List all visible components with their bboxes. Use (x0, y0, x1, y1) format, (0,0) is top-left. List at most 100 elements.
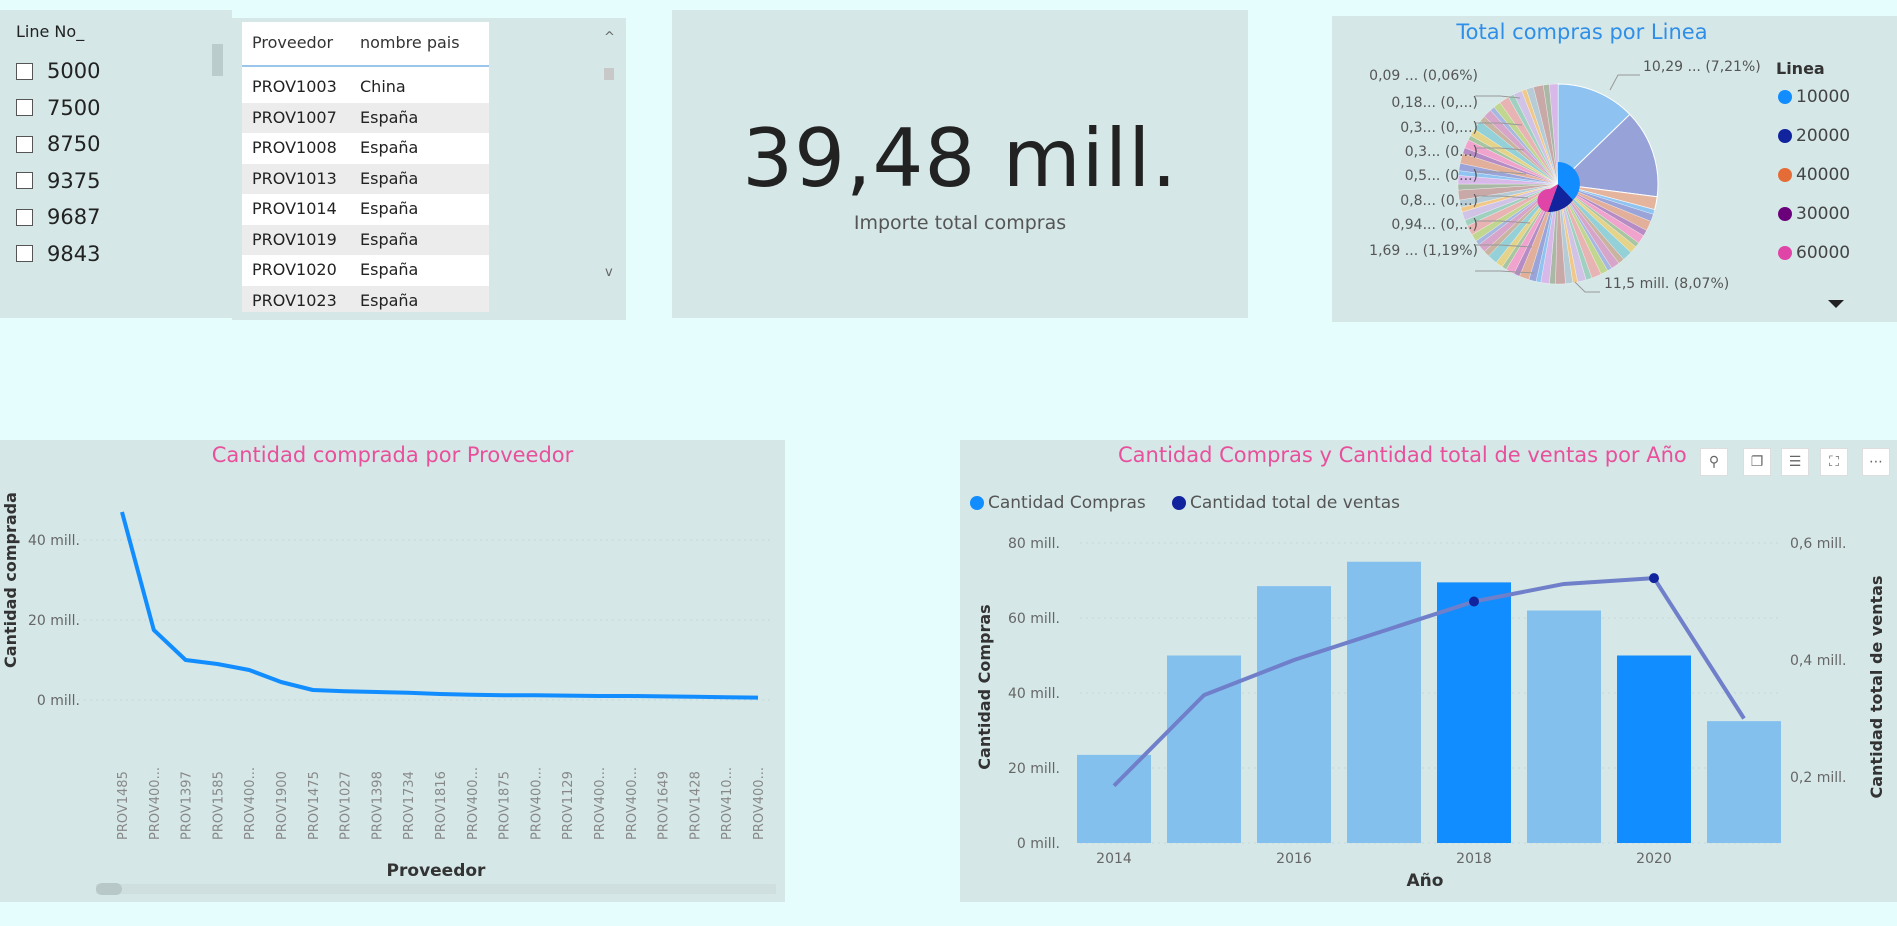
x-tick-label: 2020 (1636, 851, 1672, 867)
x-tick-label: PROV1734 (402, 771, 417, 840)
line-chart-ylabel: Cantidad comprada (1, 492, 20, 668)
cell-pais: España (360, 107, 419, 127)
x-tick-label: PROV400... (466, 767, 481, 840)
x-tick-label: 2014 (1096, 851, 1132, 867)
sales-line-marker[interactable] (1469, 596, 1479, 607)
x-tick-label: PROV400... (752, 767, 767, 840)
line-chart-xlabel: Proveedor (387, 861, 487, 881)
table-row[interactable]: PROV1008 España (242, 133, 489, 163)
table-row[interactable]: PROV1020 España (242, 255, 489, 285)
slicer-item[interactable]: 8750 (16, 129, 100, 159)
x-tick-label: PROV1816 (434, 771, 449, 840)
slicer-item-label: 9843 (47, 241, 101, 266)
table-scroll-up-icon[interactable]: ^ (604, 30, 615, 45)
x-tick-label: PROV400... (148, 767, 163, 840)
caret-down-icon[interactable] (1828, 300, 1844, 308)
x-tick-label: PROV1129 (561, 771, 576, 840)
table-row[interactable]: PROV1014 España (242, 194, 489, 224)
sales-line-marker[interactable] (1649, 573, 1659, 584)
cell-proveedor: PROV1003 (252, 77, 337, 96)
checkbox[interactable] (16, 135, 33, 153)
pie-leader-line (1574, 281, 1600, 293)
table-row[interactable]: PROV1007 España (242, 102, 489, 133)
column-header-pais[interactable]: nombre pais (360, 22, 460, 64)
slicer-title: Line No_ (16, 22, 85, 41)
cell-proveedor: PROV1020 (252, 260, 337, 279)
table-scrollbar-thumb[interactable] (604, 68, 614, 80)
y-left-tick-label: 60 mill. (1008, 611, 1060, 627)
slicer-item[interactable]: 9375 (16, 166, 100, 196)
x-tick-label: 2018 (1456, 851, 1492, 867)
y-tick-label: 20 mill. (28, 613, 80, 629)
x-tick-label: PROV400... (593, 767, 608, 840)
y-left-tick-label: 80 mill. (1008, 536, 1060, 552)
table-row[interactable]: PROV1023 España (242, 285, 489, 312)
cell-proveedor: PROV1019 (252, 229, 337, 249)
pie-data-label: 0,18... (0,...) (1391, 95, 1478, 111)
checkbox[interactable] (16, 99, 33, 116)
y-right-tick-label: 0,2 mill. (1790, 770, 1846, 786)
x-tick-label: PROV1428 (688, 771, 703, 840)
x-tick-label: PROV1649 (657, 771, 672, 840)
y-left-tick-label: 20 mill. (1008, 761, 1060, 777)
cell-pais: España (360, 138, 419, 157)
y-tick-label: 0 mill. (37, 693, 80, 709)
pie-leader-line (1609, 74, 1640, 91)
slicer-item-label: 5000 (47, 59, 101, 83)
slicer-item[interactable]: 9687 (16, 202, 100, 232)
pie-data-label: 10,29 ... (7,21%) (1643, 59, 1761, 75)
kpi-value: 39,48 mill. (742, 112, 1178, 205)
slicer-scrollbar[interactable] (212, 44, 223, 76)
slicer-item-label: 9375 (47, 168, 101, 193)
purchase-bar[interactable] (1437, 582, 1511, 843)
combo-chart: 80 mill.60 mill.40 mill.20 mill.0 mill. … (975, 536, 1886, 891)
x-tick-label: PROV400... (243, 767, 258, 840)
cell-proveedor: PROV1007 (252, 107, 337, 127)
column-header-proveedor[interactable]: Proveedor (252, 22, 333, 64)
cell-proveedor: PROV1008 (252, 138, 337, 157)
table-row[interactable]: PROV1003 China (242, 72, 489, 102)
cell-pais: España (360, 260, 419, 279)
line-chart-hscroll-track (96, 884, 776, 894)
cell-proveedor: PROV1023 (252, 290, 337, 310)
x-tick-label: 2016 (1276, 851, 1312, 867)
kpi-label: Importe total compras (853, 212, 1067, 234)
checkbox[interactable] (16, 62, 33, 80)
cell-pais: España (360, 168, 419, 188)
slicer-item[interactable]: 9843 (16, 239, 100, 269)
pie-data-label: 0,3... (0...) (1404, 144, 1478, 160)
checkbox[interactable] (16, 172, 33, 189)
line-chart-hscroll-thumb[interactable] (96, 883, 122, 895)
x-tick-label: PROV1875 (498, 771, 513, 840)
x-tick-label: PROV1398 (370, 771, 385, 840)
x-tick-label: PROV1585 (211, 771, 226, 840)
purchase-bar[interactable] (1527, 610, 1601, 844)
purchase-bar[interactable] (1617, 655, 1691, 844)
combo-chart-ylabel-right: Cantidad total de ventas (1867, 576, 1886, 799)
purchase-bar[interactable] (1707, 721, 1781, 843)
cell-pais: España (360, 290, 419, 310)
checkbox[interactable] (16, 208, 33, 226)
y-tick-label: 40 mill. (28, 533, 80, 549)
purchase-bar[interactable] (1077, 754, 1151, 843)
pie-data-label: 0,94... (0,...) (1391, 217, 1478, 233)
pie-data-label: 1,69 ... (1,19%) (1369, 243, 1478, 259)
x-tick-label: PROV1485 (116, 771, 131, 840)
pie-data-label: 0,3... (0,...) (1400, 120, 1478, 136)
slicer-item[interactable]: 5000 (16, 56, 100, 86)
cell-pais: España (360, 229, 419, 249)
checkbox[interactable] (16, 245, 33, 262)
cell-pais: España (360, 199, 419, 218)
combo-chart-xlabel: Año (1407, 871, 1444, 891)
table-row[interactable]: PROV1019 España (242, 224, 489, 255)
y-left-tick-label: 0 mill. (1017, 836, 1060, 852)
y-right-tick-label: 0,6 mill. (1790, 536, 1846, 552)
table-scroll-down-icon[interactable]: v (605, 265, 613, 280)
purchase-bar[interactable] (1347, 561, 1421, 843)
x-tick-label: PROV1027 (339, 771, 354, 840)
purchase-bar[interactable] (1257, 586, 1331, 843)
slicer-item[interactable]: 7500 (16, 93, 100, 123)
pie-data-label: 11,5 mill. (8,07%) (1604, 276, 1730, 292)
table-row[interactable]: PROV1013 España (242, 163, 489, 194)
combo-chart-ylabel-left: Cantidad Compras (975, 604, 994, 769)
